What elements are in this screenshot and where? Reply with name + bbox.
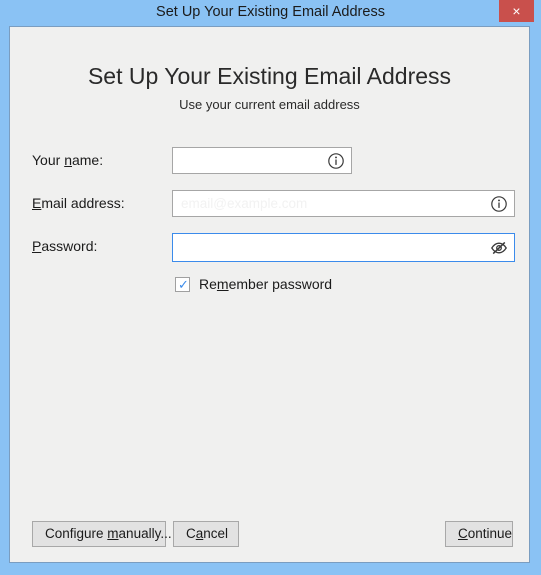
email-accel: E bbox=[32, 195, 42, 211]
dialog-content: Set Up Your Existing Email Address Use y… bbox=[9, 26, 530, 563]
name-accel: n bbox=[64, 152, 72, 168]
window-title: Set Up Your Existing Email Address bbox=[156, 4, 385, 20]
email-input[interactable] bbox=[181, 191, 484, 216]
password-label: Password: bbox=[32, 238, 98, 254]
checkbox-box[interactable]: ✓ bbox=[175, 276, 190, 292]
password-accel: P bbox=[32, 238, 42, 254]
email-field[interactable] bbox=[172, 190, 515, 217]
page-subtitle: Use your current email address bbox=[179, 97, 360, 112]
remember-accel: m bbox=[216, 276, 229, 292]
password-input[interactable] bbox=[181, 234, 484, 261]
password-field[interactable] bbox=[172, 233, 515, 262]
cancel-button[interactable]: Cancel bbox=[173, 521, 239, 547]
configure-accel: m bbox=[107, 526, 119, 541]
name-field[interactable] bbox=[172, 147, 352, 174]
remember-password-checkbox[interactable]: ✓ Remember password bbox=[175, 274, 332, 294]
continue-button[interactable]: Continue bbox=[445, 521, 513, 547]
page-title: Set Up Your Existing Email Address bbox=[87, 63, 452, 89]
title-bar: Set Up Your Existing Email Address × bbox=[0, 0, 541, 27]
info-icon[interactable] bbox=[327, 152, 345, 170]
close-icon[interactable]: × bbox=[499, 0, 534, 22]
check-icon: ✓ bbox=[178, 276, 189, 292]
name-input[interactable] bbox=[181, 148, 321, 173]
remember-password-label: Remember password bbox=[199, 276, 333, 292]
email-label: Email address: bbox=[32, 195, 125, 211]
info-icon[interactable] bbox=[490, 195, 508, 213]
configure-manually-button[interactable]: Configure manually... bbox=[32, 521, 172, 547]
continue-accel: C bbox=[458, 526, 468, 541]
eye-off-icon[interactable] bbox=[490, 239, 508, 257]
name-label: Your name: bbox=[32, 152, 104, 168]
dialog-window: Set Up Your Existing Email Address × Set… bbox=[0, 0, 541, 575]
